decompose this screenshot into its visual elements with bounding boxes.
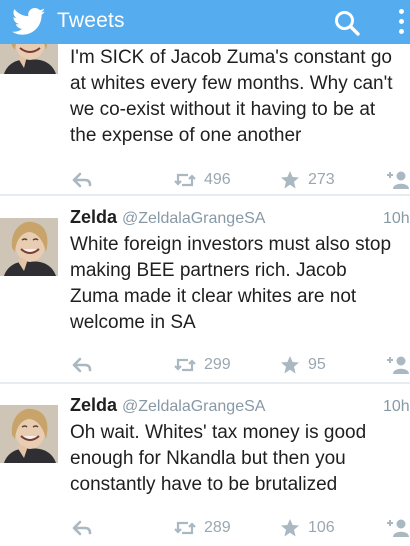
tweet-text: Oh wait. Whites' tax money is good enoug… xyxy=(70,420,410,498)
retweet-count: 289 xyxy=(204,519,231,536)
tweet-text: I'm SICK of Jacob Zuma's constant go at … xyxy=(70,45,410,149)
twitter-bird-icon[interactable] xyxy=(12,8,46,36)
retweet-button[interactable]: 289 xyxy=(174,516,231,540)
favorite-count: 95 xyxy=(308,356,326,373)
follow-user-icon xyxy=(387,356,409,374)
retweet-count: 496 xyxy=(204,171,231,188)
retweet-icon xyxy=(174,173,196,187)
retweet-button[interactable]: 496 xyxy=(174,168,231,192)
reply-button[interactable] xyxy=(72,353,92,377)
tweet-header: Zelda @ZeldalaGrangeSA xyxy=(70,395,265,419)
tweet-text-line: we co-exist without it having to be at xyxy=(70,99,376,120)
overflow-menu-icon[interactable] xyxy=(392,6,408,38)
tweet-text-line: White foreign investors must also stop xyxy=(70,234,392,255)
avatar-photo xyxy=(0,218,58,276)
avatar-photo xyxy=(0,405,58,463)
app-bar: Tweets xyxy=(0,0,410,44)
favorite-button[interactable]: 95 xyxy=(280,353,326,377)
tweet-text-line: Zuma made it clear whites are not xyxy=(70,286,357,307)
tweet-text-line: the expense of one another xyxy=(70,125,302,146)
tweet-text-line: welcome in SA xyxy=(70,312,196,333)
reply-icon xyxy=(72,357,92,373)
tweet[interactable]: Zelda @ZeldalaGrangeSA 10h Oh wait. White… xyxy=(0,384,410,546)
favorite-count: 106 xyxy=(308,519,335,536)
tweet-text-line: making BEE partners rich. Jacob xyxy=(70,260,347,281)
tweet-actions: 496 273 xyxy=(0,168,410,192)
avatar[interactable] xyxy=(0,44,58,74)
author-name[interactable]: Zelda xyxy=(70,207,117,227)
app-title: Tweets xyxy=(57,9,125,32)
favorite-count: 273 xyxy=(308,171,335,188)
reply-icon xyxy=(72,172,92,188)
follow-button[interactable] xyxy=(384,168,410,192)
tweet-actions: 299 95 xyxy=(0,353,410,377)
tweet[interactable]: Zelda @ZeldalaGrangeSA 10h White foreign … xyxy=(0,196,410,382)
search-icon[interactable] xyxy=(332,8,362,38)
reply-button[interactable] xyxy=(72,516,92,540)
tweet-text-line: constantly have to be brutalized xyxy=(70,474,338,495)
tweet-timeline[interactable]: I'm SICK of Jacob Zuma's constant go at … xyxy=(0,44,410,546)
tweet-actions: 289 106 xyxy=(0,516,410,540)
favorite-button[interactable]: 273 xyxy=(280,168,335,192)
avatar[interactable] xyxy=(0,218,58,276)
author-name[interactable]: Zelda xyxy=(70,395,117,415)
tweet[interactable]: I'm SICK of Jacob Zuma's constant go at … xyxy=(0,44,410,208)
tweet-header: Zelda @ZeldalaGrangeSA xyxy=(70,207,265,231)
favorite-button[interactable]: 106 xyxy=(280,516,335,540)
retweet-count: 299 xyxy=(204,356,231,373)
star-icon xyxy=(281,171,299,189)
tweet-text-line: Oh wait. Whites' tax money is good xyxy=(70,422,367,443)
retweet-icon xyxy=(174,521,196,535)
follow-button[interactable] xyxy=(384,516,410,540)
tweet-text: White foreign investors must also stop m… xyxy=(70,232,410,336)
reply-button[interactable] xyxy=(72,168,92,192)
tweet-text-line: I'm SICK of Jacob Zuma's constant go xyxy=(70,47,392,68)
tweet-text-line: enough for Nkandla but then you xyxy=(70,448,346,469)
retweet-button[interactable]: 299 xyxy=(174,353,231,377)
tweet-timestamp: 10h xyxy=(383,398,410,415)
author-handle[interactable]: @ZeldalaGrangeSA xyxy=(122,210,265,227)
star-icon xyxy=(281,356,299,374)
avatar[interactable] xyxy=(0,405,58,463)
retweet-icon xyxy=(174,358,196,372)
follow-button[interactable] xyxy=(384,353,410,377)
author-handle[interactable]: @ZeldalaGrangeSA xyxy=(122,398,265,415)
follow-user-icon xyxy=(387,519,409,537)
follow-user-icon xyxy=(387,171,409,189)
avatar-photo xyxy=(0,44,58,74)
tweet-timestamp: 10h xyxy=(383,210,410,227)
star-icon xyxy=(281,519,299,537)
tweet-text-line: at whites every few months. Why can't xyxy=(70,73,393,94)
reply-icon xyxy=(72,520,92,536)
